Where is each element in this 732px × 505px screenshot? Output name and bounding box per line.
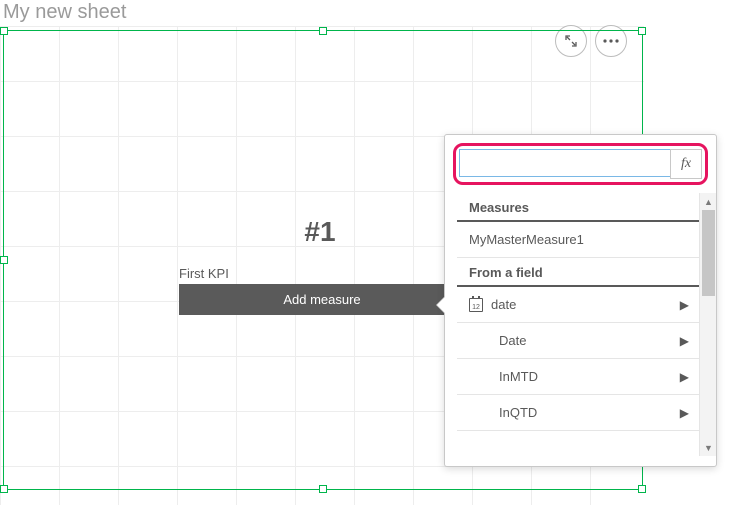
measures-header: Measures (457, 193, 701, 222)
resize-handle-se[interactable] (638, 485, 646, 493)
field-item-label: date (491, 297, 672, 312)
from-field-header: From a field (457, 258, 701, 287)
chevron-right-icon: ▶ (680, 298, 689, 312)
field-item-inqtd[interactable]: InQTD ▶ (457, 395, 701, 431)
chevron-right-icon: ▶ (680, 406, 689, 420)
resize-handle-w[interactable] (0, 256, 8, 264)
resize-handle-nw[interactable] (0, 27, 8, 35)
kpi-caption: First KPI (179, 266, 229, 281)
scroll-down-arrow[interactable]: ▼ (700, 439, 716, 456)
scroll-up-arrow[interactable]: ▲ (700, 193, 716, 210)
fx-icon: fx (681, 156, 691, 172)
add-measure-label: Add measure (283, 292, 360, 307)
field-item-inmtd[interactable]: InMTD ▶ (457, 359, 701, 395)
field-item-label: Date (499, 333, 672, 348)
resize-handle-n[interactable] (319, 27, 327, 35)
popover-arrow (436, 296, 445, 314)
scroll-thumb[interactable] (702, 210, 715, 296)
calendar-icon: 12 (469, 298, 483, 312)
field-item-label: InMTD (499, 369, 672, 384)
measure-picker-popover: fx Measures MyMasterMeasure1 From a fiel… (444, 134, 717, 467)
resize-handle-ne[interactable] (638, 27, 646, 35)
resize-handle-sw[interactable] (0, 485, 8, 493)
field-item-date-sub[interactable]: Date ▶ (457, 323, 701, 359)
field-item-date[interactable]: 12 date ▶ (457, 287, 701, 323)
search-input[interactable] (459, 149, 670, 177)
sheet-title[interactable]: My new sheet (3, 1, 126, 24)
scrollbar[interactable]: ▲ ▼ (699, 193, 716, 456)
expression-editor-button[interactable]: fx (670, 149, 702, 179)
chevron-right-icon: ▶ (680, 370, 689, 384)
measure-item[interactable]: MyMasterMeasure1 (457, 222, 701, 258)
popover-list: Measures MyMasterMeasure1 From a field 1… (445, 193, 716, 456)
field-item-label: InQTD (499, 405, 672, 420)
search-row: fx (453, 143, 708, 185)
add-measure-button[interactable]: Add measure (179, 284, 465, 315)
measure-item-label: MyMasterMeasure1 (469, 232, 689, 247)
resize-handle-s[interactable] (319, 485, 327, 493)
chevron-right-icon: ▶ (680, 334, 689, 348)
